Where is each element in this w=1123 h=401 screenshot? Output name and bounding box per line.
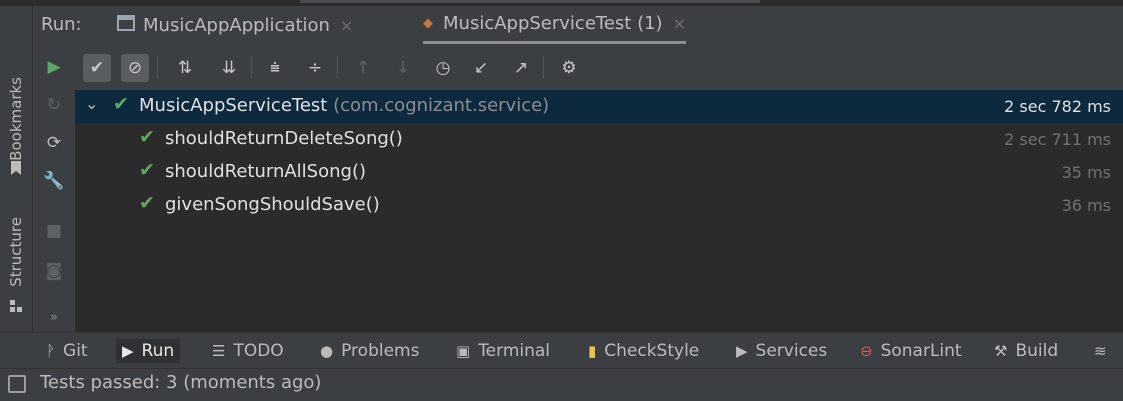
services-tool-button[interactable]: ▶ Services	[736, 339, 827, 363]
tool-label: SonarLint	[880, 341, 962, 361]
status-message[interactable]: Tests passed: 3 (moments ago)	[40, 372, 321, 393]
more-tools-icon[interactable]: ≋	[1094, 339, 1115, 363]
tool-label: Run	[141, 341, 175, 361]
run-tabs-row: Run: MusicAppApplication × ◆ MusicAppSer…	[33, 6, 1123, 44]
services-icon: ▶	[736, 342, 748, 360]
left-tool-strip: Bookmarks Structure	[0, 6, 33, 332]
tool-label: Services	[755, 341, 828, 361]
tool-label: Terminal	[478, 341, 551, 361]
run-label: Run:	[41, 14, 82, 35]
tab-label: MusicAppServiceTest (1)	[443, 13, 663, 34]
tool-windows-icon[interactable]	[8, 375, 26, 393]
passed-check-icon: ✔	[139, 192, 155, 214]
problems-tool-button[interactable]: ● Problems	[320, 339, 419, 363]
git-icon: ᚹ	[46, 342, 56, 360]
structure-tab[interactable]: Structure	[4, 202, 28, 302]
expand-all-icon[interactable]: ⩧	[261, 54, 289, 82]
sonarlint-icon: ⊖	[860, 342, 873, 360]
run-actions-gutter: ▶ ↻ ⟳ 🔧 ■ ◙ »	[33, 44, 75, 332]
separator	[157, 56, 158, 78]
terminal-tool-button[interactable]: ▣ Terminal	[456, 339, 550, 363]
test-suite-row[interactable]: ⌄ ✔ MusicAppServiceTest (com.cognizant.s…	[75, 90, 1123, 123]
test-duration: 35 ms	[1061, 163, 1111, 182]
previous-failed-icon[interactable]: ↑	[349, 54, 377, 82]
sort-by-duration-icon[interactable]: ⇊	[215, 54, 243, 82]
bookmark-icon	[4, 154, 28, 182]
run-icon: ▶	[122, 342, 134, 360]
stop-icon[interactable]: ■	[43, 220, 65, 242]
camera-icon[interactable]: ◙	[43, 260, 65, 282]
passed-check-icon: ✔	[139, 126, 155, 148]
tab-music-app-application[interactable]: MusicAppApplication ×	[117, 6, 353, 44]
problems-icon: ●	[320, 342, 334, 360]
layers-icon: ≋	[1094, 342, 1107, 360]
structure-label: Structure	[7, 217, 25, 287]
next-failed-icon[interactable]: ↓	[389, 54, 417, 82]
show-passed-icon[interactable]: ✔	[83, 54, 111, 82]
wrench-icon[interactable]: 🔧	[43, 170, 65, 192]
checkstyle-tool-button[interactable]: ▮ CheckStyle	[588, 339, 699, 363]
tool-label: Problems	[341, 341, 420, 361]
rerun-failed-icon[interactable]: ↻	[43, 94, 65, 116]
window-icon	[117, 14, 135, 36]
test-toolbar: ✔ ⊘ ⇅ ⇊ ⩧ ÷ ↑ ↓ ◷ ↙ ↗ ⚙	[75, 44, 1123, 90]
rerun-button[interactable]: ▶	[43, 56, 65, 78]
checkstyle-icon: ▮	[588, 342, 597, 360]
top-strip-bar	[300, 0, 760, 3]
structure-icon	[4, 296, 28, 316]
separator	[337, 56, 338, 78]
separator	[543, 56, 544, 78]
settings-gear-icon[interactable]: ⚙	[555, 54, 583, 82]
test-name: shouldReturnAllSong()	[165, 161, 366, 182]
chevron-down-icon[interactable]: ⌄	[85, 94, 98, 113]
test-row[interactable]: ✔ shouldReturnDeleteSong() 2 sec 711 ms	[75, 123, 1123, 156]
passed-check-icon: ✔	[113, 93, 129, 115]
test-history-icon[interactable]: ◷	[429, 54, 457, 82]
passed-check-icon: ✔	[139, 159, 155, 181]
collapse-all-icon[interactable]: ÷	[301, 54, 329, 82]
close-icon[interactable]: ×	[673, 14, 686, 33]
show-ignored-icon[interactable]: ⊘	[121, 54, 149, 82]
test-name: shouldReturnDeleteSong()	[165, 128, 403, 149]
test-run-icon: ◆	[423, 16, 433, 31]
todo-icon: ☰	[212, 342, 226, 360]
test-results-tree: ⌄ ✔ MusicAppServiceTest (com.cognizant.s…	[75, 90, 1123, 332]
build-tool-button[interactable]: ⚒ Build	[994, 339, 1058, 363]
suite-class-name: MusicAppServiceTest	[139, 95, 328, 116]
tool-label: CheckStyle	[604, 341, 700, 361]
run-tool-button[interactable]: ▶ Run	[116, 339, 181, 363]
test-name: givenSongShouldSave()	[165, 194, 380, 215]
build-icon: ⚒	[994, 342, 1008, 360]
terminal-icon: ▣	[456, 342, 471, 360]
toggle-auto-test-icon[interactable]: ⟳	[43, 132, 65, 154]
status-bar: Tests passed: 3 (moments ago)	[0, 368, 1123, 401]
suite-duration: 2 sec 782 ms	[1004, 97, 1111, 116]
tool-label: Git	[63, 341, 88, 361]
test-suite-name: MusicAppServiceTest (com.cognizant.servi…	[139, 95, 549, 116]
tool-label: TODO	[233, 341, 284, 361]
test-duration: 36 ms	[1061, 196, 1111, 215]
sort-alphabetically-icon[interactable]: ⇅	[171, 54, 199, 82]
import-tests-icon[interactable]: ↙	[467, 54, 495, 82]
test-row[interactable]: ✔ shouldReturnAllSong() 35 ms	[75, 156, 1123, 189]
close-icon[interactable]: ×	[340, 16, 353, 35]
tab-music-app-service-test[interactable]: ◆ MusicAppServiceTest (1) ×	[423, 6, 686, 44]
todo-tool-button[interactable]: ☰ TODO	[212, 339, 284, 363]
more-icon[interactable]: »	[43, 306, 65, 328]
bottom-tool-bar: ᚹ Git ▶ Run ☰ TODO ● Problems ▣ Terminal ▮ Che…	[0, 332, 1123, 369]
sonarlint-tool-button[interactable]: ⊖ SonarLint	[860, 339, 962, 363]
tab-label: MusicAppApplication	[143, 14, 330, 36]
test-duration: 2 sec 711 ms	[1004, 130, 1111, 149]
git-tool-button[interactable]: ᚹ Git	[46, 339, 88, 363]
bookmarks-label: Bookmarks	[7, 77, 25, 161]
test-row[interactable]: ✔ givenSongShouldSave() 36 ms	[75, 189, 1123, 222]
tool-label: Build	[1015, 341, 1059, 361]
export-tests-icon[interactable]: ↗	[507, 54, 535, 82]
separator	[251, 56, 252, 78]
suite-package: (com.cognizant.service)	[333, 95, 550, 116]
